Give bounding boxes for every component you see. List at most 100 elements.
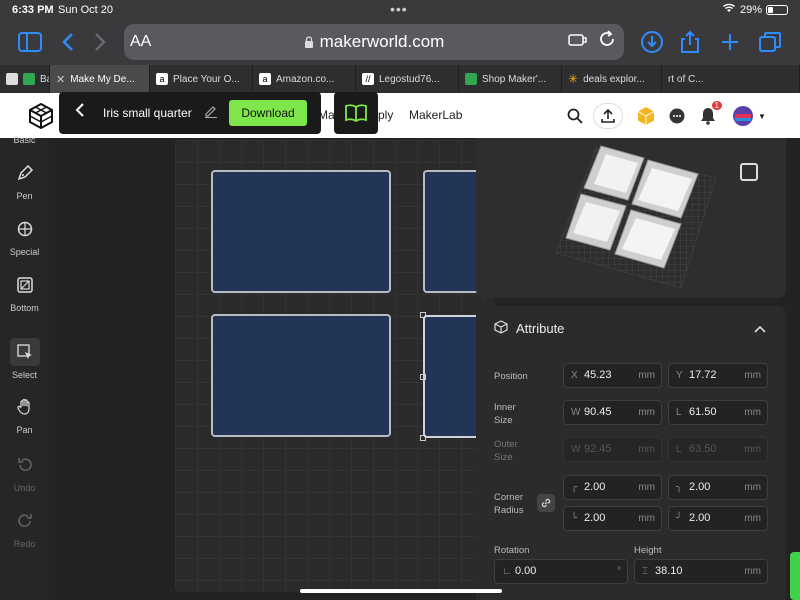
rotation-label: Rotation [494,545,530,556]
height-icon: ⌶ [642,566,648,577]
height-value: 38.10 [655,565,683,577]
position-x-input[interactable]: X 45.23 mm [563,363,662,388]
tool-label: Pan [16,425,33,435]
attribute-title: Attribute [516,321,565,336]
unit-label: mm [744,407,761,418]
nav-makerlab[interactable]: MakerLab [409,108,462,122]
radius-bottom-left-input[interactable]: ╰ 2.00 mm [563,506,662,531]
status-bar: 6:33 PM Sun Oct 20 ••• 29% [0,0,800,20]
chevron-down-icon[interactable]: ▼ [758,112,766,121]
rotation-value: 0.00 [515,565,537,577]
user-avatar[interactable]: ▼ [730,105,768,127]
tab-4[interactable]: // Legostud76... [356,65,459,93]
tab-label: Make My De... [70,73,135,85]
inner-width-input[interactable]: W 90.45 mm [563,400,662,425]
angle-icon: ∟ [502,566,512,577]
address-bar[interactable]: AA makerworld.com [124,24,624,60]
home-indicator[interactable] [300,589,502,593]
resize-handle[interactable] [420,435,426,441]
makerworld-logo-icon[interactable] [28,102,54,130]
url-display[interactable]: makerworld.com [124,32,624,52]
tool-select[interactable]: Select [0,338,49,380]
tool-basic[interactable]: Basic [0,135,49,145]
inner-length-input[interactable]: L 61.50 mm [668,400,768,425]
link-radius-icon[interactable] [537,494,555,512]
tab-2[interactable]: a Place Your O... [150,65,253,93]
upload-icon[interactable] [593,103,623,129]
tab-7[interactable]: rt of C... [662,65,800,93]
tab-label: rt of C... [668,73,704,85]
messages-icon[interactable] [666,105,688,127]
tab-bar: Bamb ✕ Make My De... a Place Your O... a… [0,65,800,93]
download-button[interactable]: Download [229,100,307,126]
3d-preview-panel[interactable] [476,138,786,298]
tab-label: deals explor... [583,73,645,85]
outer-length-input: L 63.50 mm [668,437,768,462]
reader-extension-icon[interactable] [568,32,588,53]
nav-supply-partial[interactable]: ply [378,108,393,122]
inner-size-label: Inner Size [494,402,516,426]
search-icon[interactable] [564,105,586,127]
forward-icon[interactable] [86,28,114,56]
radius-top-right-input[interactable]: ╮ 2.00 mm [668,475,768,500]
outer-width-input: W 92.45 mm [563,437,662,462]
radius-bottom-right-value: 2.00 [689,512,711,524]
back-arrow-icon[interactable] [75,102,85,123]
share-icon[interactable] [676,28,704,56]
unit-label: mm [744,566,761,577]
unit-label: mm [744,370,761,381]
tab-label: Amazon.co... [276,73,335,85]
resize-handle[interactable] [420,312,426,318]
tab-6[interactable]: ✳ deals explor... [562,65,662,93]
tool-label: Basic [13,135,36,145]
tool-pan[interactable]: Pan [0,398,49,435]
tab-3[interactable]: a Amazon.co... [253,65,356,93]
w-prefix: W [571,407,581,418]
back-icon[interactable] [54,28,82,56]
reload-icon[interactable] [598,30,616,53]
height-input[interactable]: ⌶ 38.10 mm [634,559,768,584]
w-prefix: W [571,444,581,455]
guide-book-icon[interactable] [334,92,378,134]
radius-top-left-input[interactable]: ╭ 2.00 mm [563,475,662,500]
tool-label: Special [9,247,40,257]
multitask-dots-icon[interactable]: ••• [390,1,408,17]
compartment-bottom-left[interactable] [211,314,391,437]
position-y-input[interactable]: Y 17.72 mm [668,363,768,388]
notifications-bell-icon[interactable]: 1 [697,101,722,127]
design-canvas[interactable] [175,140,495,592]
compartment-top-left[interactable] [211,170,391,293]
tab-overview-icon[interactable] [756,28,784,56]
tab-1[interactable]: ✕ Make My De... [50,65,150,93]
tab-5[interactable]: Shop Maker'... [459,65,562,93]
thingiverse-icon: // [362,73,374,85]
rotation-input[interactable]: ∟ 0.00 ° [494,559,628,584]
l-prefix: L [676,444,682,455]
points-cube-icon[interactable] [635,105,657,127]
tool-label: Undo [13,483,36,493]
status-time: 6:33 PM [12,4,54,16]
tool-pen[interactable]: Pen [0,164,49,201]
tool-bottom[interactable]: Bottom [0,276,49,313]
close-icon[interactable]: ✕ [56,73,65,86]
x-prefix: X [571,370,578,381]
sidebar-icon[interactable] [16,28,44,56]
downloads-icon[interactable] [638,28,666,56]
pen-icon [0,164,49,187]
radius-bottom-right-input[interactable]: ╯ 2.00 mm [668,506,768,531]
collapse-chevron-icon[interactable] [754,320,766,336]
resize-handle[interactable] [420,374,426,380]
tool-undo[interactable]: Undo [0,456,49,493]
tab-0[interactable]: Bamb [0,65,50,93]
edit-name-icon[interactable] [204,104,218,121]
inner-width-value: 90.45 [584,406,612,418]
new-tab-icon[interactable] [716,28,744,56]
unit-label: mm [744,444,761,455]
tool-special[interactable]: Special [0,220,49,257]
floating-widget-edge[interactable] [790,552,800,600]
unit-label: mm [638,407,655,418]
bambu-icon [465,73,477,85]
fullscreen-icon[interactable] [740,163,758,181]
tool-redo[interactable]: Redo [0,512,49,549]
unit-label: mm [638,370,655,381]
